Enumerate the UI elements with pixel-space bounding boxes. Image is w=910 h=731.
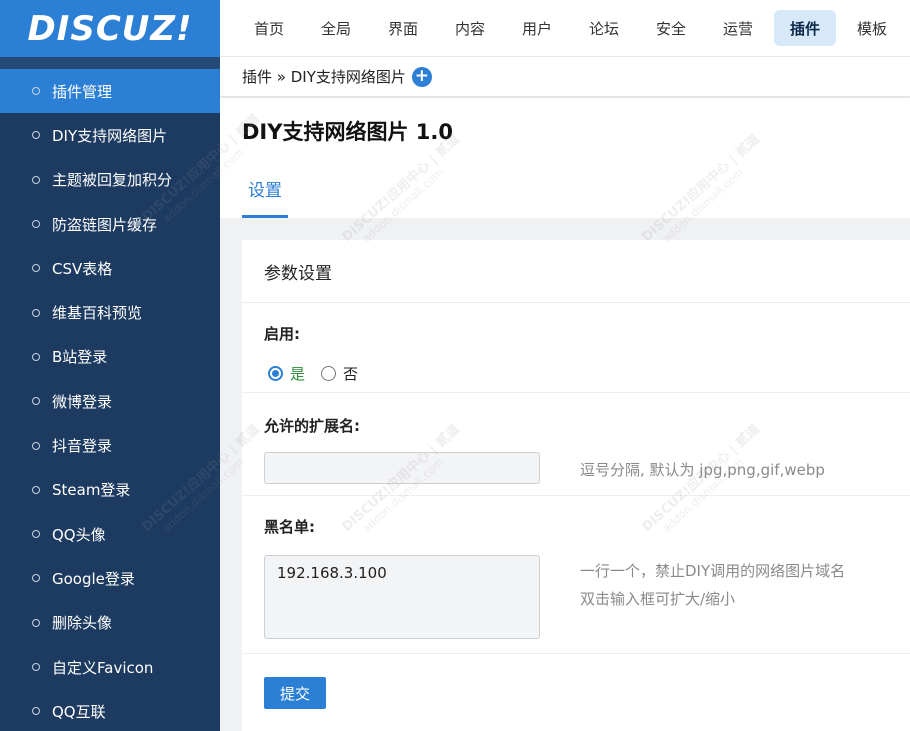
circle-bullet-icon: [32, 131, 40, 140]
page-title: DIY支持网络图片 1.0: [242, 120, 453, 144]
circle-bullet-icon: [32, 485, 40, 494]
nav-tab[interactable]: 运营: [707, 10, 769, 46]
sidebar-item-label: B站登录: [52, 348, 108, 367]
circle-bullet-icon: [32, 663, 40, 671]
sidebar-item[interactable]: Steam登录: [0, 468, 220, 512]
add-button[interactable]: +: [411, 66, 432, 87]
blacklist-textarea[interactable]: [264, 555, 540, 639]
blacklist-hint-2: 双击输入框可扩大/缩小: [580, 590, 736, 608]
enable-label: 启用:: [264, 325, 300, 343]
sidebar-item-label: Google登录: [52, 569, 135, 588]
circle-bullet-icon: [32, 352, 40, 361]
radio-yes[interactable]: [268, 366, 283, 381]
circle-bullet-icon: [32, 308, 40, 317]
blacklist-label: 黑名单:: [264, 518, 315, 536]
breadcrumb-text[interactable]: 插件 » DIY支持网络图片: [242, 66, 406, 87]
card-header: 参数设置: [242, 240, 910, 303]
sidebar-item-label: Steam登录: [52, 481, 131, 500]
nav-tab[interactable]: 内容: [439, 10, 501, 46]
sidebar: DISCUZ! 插件管理 DIY支持网络图片 主题被回复加积分 防盗链图片缓存 CSV表…: [0, 0, 220, 731]
nav-tab[interactable]: 安全: [640, 10, 702, 46]
sidebar-item[interactable]: Google登录: [0, 556, 220, 600]
circle-bullet-icon: [32, 707, 40, 716]
nav-tab[interactable]: 界面: [372, 10, 434, 46]
title-area: DIY支持网络图片 1.0 设置: [220, 98, 910, 218]
nav-tab[interactable]: 首页: [238, 10, 300, 46]
circle-bullet-icon: [32, 87, 40, 96]
nav-tab[interactable]: 全局: [305, 10, 367, 46]
radio-no-label[interactable]: 否: [343, 363, 358, 384]
top-nav: 首页 全局 界面 内容 用户 论坛 安全 运营 插件 模板: [220, 0, 910, 57]
settings-card: 参数设置 启用: 是 否 允许的扩展名: 逗号分隔, 默认为 jpg,png,g…: [242, 240, 910, 731]
sidebar-item[interactable]: CSV表格: [0, 246, 220, 290]
sidebar-item[interactable]: 自定义Favicon: [0, 645, 220, 689]
submit-button[interactable]: 提交: [264, 677, 326, 709]
sidebar-item-label: 自定义Favicon: [52, 658, 154, 677]
sidebar-item-label: DIY支持网络图片: [52, 126, 168, 145]
sidebar-item[interactable]: DIY支持网络图片: [0, 113, 220, 157]
sidebar-item-label: 插件管理: [52, 82, 113, 101]
sidebar-item[interactable]: 维基百科预览: [0, 290, 220, 334]
tab-settings[interactable]: 设置: [242, 162, 288, 218]
sidebar-item[interactable]: 微博登录: [0, 379, 220, 423]
sidebar-item[interactable]: QQ互联: [0, 689, 220, 731]
blacklist-hint-1: 一行一个，禁止DIY调用的网络图片域名: [580, 562, 846, 580]
sidebar-item[interactable]: 插件管理: [0, 69, 220, 114]
circle-bullet-icon: [32, 618, 40, 627]
circle-bullet-icon: [32, 397, 40, 406]
sidebar-list: 插件管理 DIY支持网络图片 主题被回复加积分 防盗链图片缓存 CSV表格维基百科预览 B…: [0, 69, 220, 731]
radio-yes-label[interactable]: 是: [290, 363, 305, 384]
sidebar-item-label: 删除头像: [52, 614, 113, 633]
circle-bullet-icon: [32, 175, 40, 184]
sidebar-item-label: CSV表格: [52, 259, 113, 278]
enable-radio-group: 是 否: [268, 363, 358, 384]
sidebar-item-label: 抖音登录: [52, 437, 113, 456]
blacklist-section: 黑名单: 一行一个，禁止DIY调用的网络图片域名 双击输入框可扩大/缩小: [242, 496, 910, 654]
sidebar-item[interactable]: 抖音登录: [0, 423, 220, 467]
sidebar-item-label: 主题被回复加积分: [52, 171, 173, 190]
radio-no[interactable]: [321, 366, 337, 381]
nav-tab[interactable]: 插件: [774, 10, 836, 46]
nav-tab[interactable]: 模板: [841, 10, 903, 46]
discuz-logo: DISCUZ!: [27, 8, 193, 49]
circle-bullet-icon: [32, 441, 40, 450]
sidebar-item-label: 微博登录: [52, 392, 113, 411]
sidebar-item[interactable]: B站登录: [0, 335, 220, 379]
circle-bullet-icon: [32, 530, 40, 539]
enable-section: 启用: 是 否: [242, 303, 910, 393]
circle-bullet-icon: [32, 264, 40, 273]
nav-tab[interactable]: 用户: [506, 10, 568, 46]
sidebar-spacer: [0, 57, 220, 69]
breadcrumb: 插件 » DIY支持网络图片 +: [220, 57, 910, 97]
ext-input[interactable]: [264, 452, 540, 484]
sidebar-item[interactable]: 防盗链图片缓存: [0, 202, 220, 246]
sidebar-item[interactable]: QQ头像: [0, 512, 220, 556]
circle-bullet-icon: [32, 574, 40, 583]
sidebar-item-label: QQ头像: [52, 525, 106, 544]
ext-label: 允许的扩展名:: [264, 417, 360, 435]
ext-section: 允许的扩展名: 逗号分隔, 默认为 jpg,png,gif,webp: [242, 393, 910, 496]
sidebar-item-label: 防盗链图片缓存: [52, 215, 158, 234]
sidebar-item-label: 维基百科预览: [52, 304, 143, 323]
sidebar-item[interactable]: 主题被回复加积分: [0, 158, 220, 202]
circle-bullet-icon: [32, 220, 40, 229]
sidebar-item[interactable]: 删除头像: [0, 601, 220, 645]
logo-bar: DISCUZ!: [0, 0, 220, 57]
sidebar-item-label: QQ互联: [52, 702, 106, 721]
nav-tab[interactable]: 论坛: [573, 10, 635, 46]
ext-hint: 逗号分隔, 默认为 jpg,png,gif,webp: [580, 461, 825, 479]
app-window: DISCUZ! 插件管理 DIY支持网络图片 主题被回复加积分 防盗链图片缓存 CSV表…: [0, 0, 910, 731]
